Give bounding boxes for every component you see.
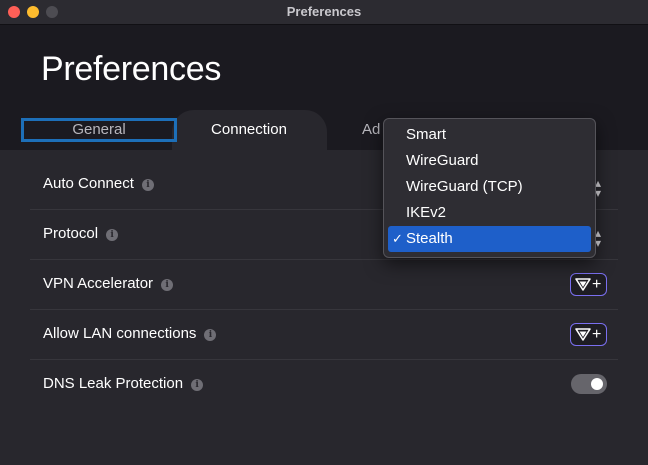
page-title: Preferences <box>41 50 222 88</box>
auto-connect-label: Auto Connect i <box>43 175 154 192</box>
tab-connection[interactable]: Connection <box>178 118 320 142</box>
dns-leak-protection-label: DNS Leak Protection i <box>43 375 204 392</box>
menu-item-stealth[interactable]: ✓ Stealth <box>388 226 591 252</box>
info-icon[interactable]: i <box>161 279 174 291</box>
tab-general[interactable]: General <box>21 118 177 142</box>
protocol-label: Protocol i <box>43 225 119 242</box>
info-icon[interactable]: i <box>141 179 154 191</box>
menu-item-smart[interactable]: Smart <box>388 122 591 148</box>
dns-leak-protection-toggle[interactable] <box>571 374 607 394</box>
allow-lan-row: Allow LAN connections i + <box>30 310 618 360</box>
plus-label: + <box>592 326 602 343</box>
shield-icon <box>575 328 591 341</box>
menu-item-ikev2[interactable]: IKEv2 <box>388 200 591 226</box>
menu-item-wireguard[interactable]: WireGuard <box>388 148 591 174</box>
checkmark-icon: ✓ <box>392 231 403 246</box>
info-icon[interactable]: i <box>106 229 119 241</box>
vpn-accelerator-upsell-button[interactable]: + <box>570 273 607 296</box>
toggle-knob <box>591 378 603 390</box>
shield-icon <box>575 278 591 291</box>
window-title: Preferences <box>286 4 362 19</box>
title-bar: Preferences <box>0 0 648 25</box>
menu-item-wireguard-tcp[interactable]: WireGuard (TCP) <box>388 174 591 200</box>
info-icon[interactable]: i <box>204 329 217 341</box>
menu-item-stealth-label: Stealth <box>406 230 453 247</box>
vpn-accelerator-row: VPN Accelerator i + <box>30 260 618 310</box>
info-icon[interactable]: i <box>191 379 204 391</box>
plus-label: + <box>592 276 602 293</box>
allow-lan-label: Allow LAN connections i <box>43 325 217 342</box>
vpn-accelerator-label: VPN Accelerator i <box>43 275 174 292</box>
dns-leak-protection-row: DNS Leak Protection i <box>30 360 618 410</box>
protocol-dropdown-menu: Smart WireGuard WireGuard (TCP) IKEv2 ✓ … <box>383 118 596 258</box>
allow-lan-upsell-button[interactable]: + <box>570 323 607 346</box>
